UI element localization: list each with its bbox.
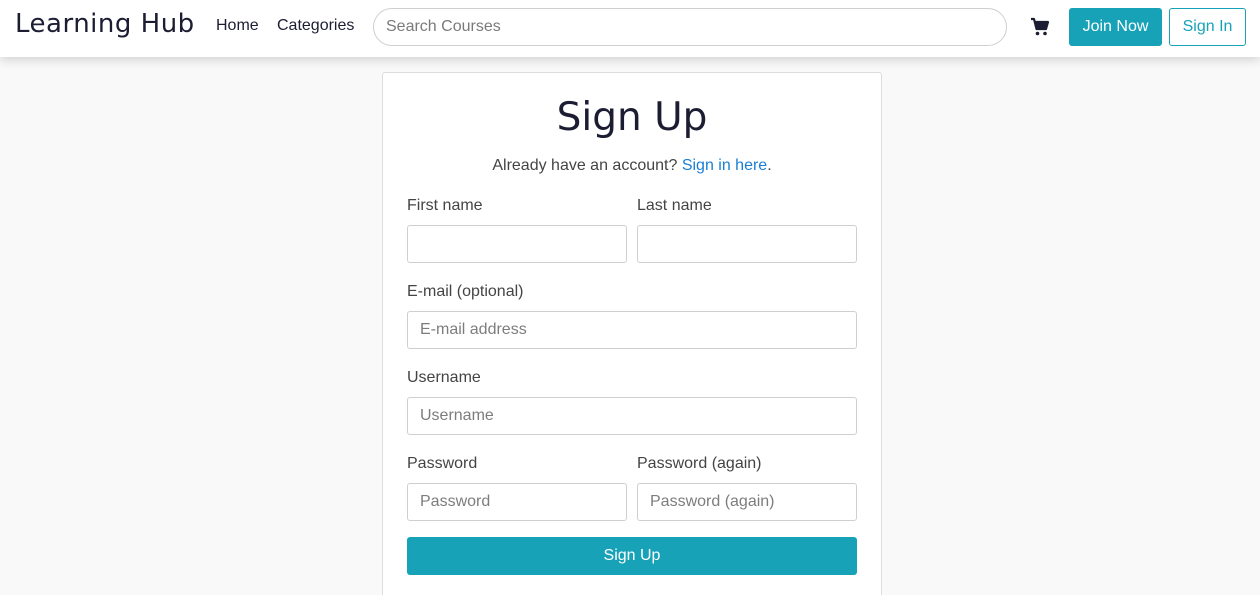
username-input[interactable]	[407, 397, 857, 435]
username-label: Username	[407, 369, 481, 386]
nav-link-home[interactable]: Home	[216, 17, 259, 35]
signin-prompt-period: .	[767, 157, 772, 174]
password-label: Password	[407, 455, 478, 472]
password-again-input[interactable]	[637, 483, 857, 521]
email-label: E-mail (optional)	[407, 283, 524, 300]
signin-here-link[interactable]: Sign in here	[682, 157, 767, 174]
shopping-cart-icon[interactable]	[1030, 17, 1050, 37]
nav-link-categories[interactable]: Categories	[277, 17, 354, 35]
signup-card: Sign Up Already have an account? Sign in…	[382, 72, 882, 595]
password-again-label: Password (again)	[637, 455, 762, 472]
search-input[interactable]	[373, 8, 1007, 46]
signin-prompt-text: Already have an account?	[492, 157, 678, 174]
email-input[interactable]	[407, 311, 857, 349]
top-navbar: Learning Hub Home Categories Join Now Si…	[0, 0, 1260, 57]
last-name-input[interactable]	[637, 225, 857, 263]
join-now-button[interactable]: Join Now	[1069, 8, 1162, 46]
first-name-input[interactable]	[407, 225, 627, 263]
signin-prompt: Already have an account? Sign in here.	[383, 157, 881, 175]
first-name-label: First name	[407, 197, 483, 214]
brand-logo[interactable]: Learning Hub	[15, 9, 195, 39]
last-name-label: Last name	[637, 197, 712, 214]
sign-in-button[interactable]: Sign In	[1169, 8, 1246, 46]
sign-up-submit-button[interactable]: Sign Up	[407, 537, 857, 575]
page-title: Sign Up	[556, 95, 708, 140]
password-input[interactable]	[407, 483, 627, 521]
